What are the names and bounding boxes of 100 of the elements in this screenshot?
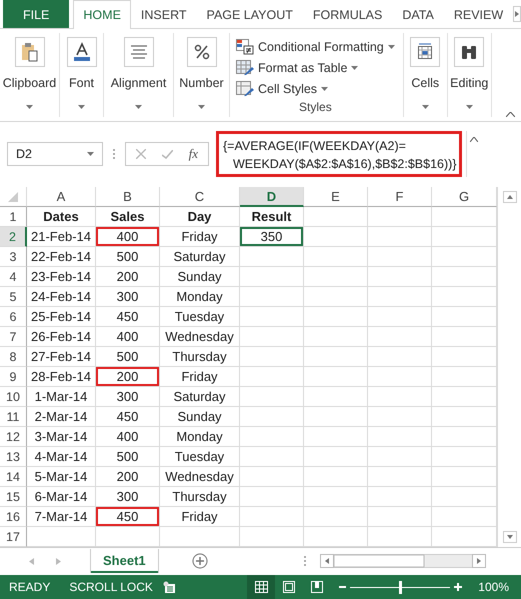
empty-cell bbox=[368, 387, 432, 407]
empty-cell bbox=[304, 387, 368, 407]
row-header[interactable]: 12 bbox=[0, 427, 27, 447]
row-header[interactable]: 17 bbox=[0, 527, 27, 547]
collapse-up-icon[interactable] bbox=[470, 137, 478, 142]
grid-icon[interactable] bbox=[254, 581, 268, 593]
empty-cell bbox=[304, 347, 368, 367]
empty-cell bbox=[368, 307, 432, 327]
cell-styles-icon bbox=[236, 81, 254, 98]
row-header[interactable]: 14 bbox=[0, 467, 27, 487]
row-header[interactable]: 10 bbox=[0, 387, 27, 407]
check-icon[interactable] bbox=[162, 150, 173, 158]
table-cell: Monday bbox=[160, 427, 240, 447]
styles-menu-button[interactable]: Conditional Formatting bbox=[236, 36, 395, 58]
table-cell: 400 bbox=[96, 327, 160, 347]
column-header[interactable]: E bbox=[304, 187, 368, 207]
empty-cell bbox=[368, 207, 432, 227]
scroll-right-icon[interactable] bbox=[513, 6, 521, 22]
format-table-icon bbox=[236, 60, 254, 76]
table-cell: Thursday bbox=[160, 347, 240, 367]
table-cell: Sunday bbox=[160, 407, 240, 427]
clipboard-icon bbox=[20, 42, 38, 62]
table-cell: 400 bbox=[96, 427, 160, 447]
ribbon-tab[interactable]: FORMULAS bbox=[302, 0, 392, 28]
zoom-level[interactable]: 100% bbox=[478, 580, 509, 594]
status-text: SCROLL LOCK bbox=[68, 580, 153, 594]
row-header[interactable]: 11 bbox=[0, 407, 27, 427]
sheet-tab[interactable]: Sheet1 bbox=[91, 549, 158, 573]
row-header[interactable]: 8 bbox=[0, 347, 27, 367]
column-header[interactable]: D bbox=[240, 187, 304, 207]
table-cell: Saturday bbox=[160, 387, 240, 407]
table-cell: 450 bbox=[96, 307, 160, 327]
column-header[interactable]: G bbox=[432, 187, 497, 207]
formula-field[interactable]: {=AVERAGE(IF(WEEKDAY(A2)= WEEKDAY($A$2:$A$16),$B$2:$B$16))} bbox=[216, 131, 462, 177]
empty-cell bbox=[304, 247, 368, 267]
empty-cell bbox=[304, 287, 368, 307]
empty-cell bbox=[368, 507, 432, 527]
table-cell: Saturday bbox=[160, 247, 240, 267]
dropdown-caret-icon bbox=[78, 105, 85, 109]
table-cell: 500 bbox=[96, 247, 160, 267]
row-header[interactable]: 15 bbox=[0, 487, 27, 507]
row-header[interactable]: 5 bbox=[0, 287, 27, 307]
empty-cell bbox=[368, 367, 432, 387]
ribbon-group-button[interactable]: Number bbox=[179, 37, 224, 90]
scroll-down-icon[interactable] bbox=[502, 531, 516, 543]
normal-view-button[interactable] bbox=[247, 575, 276, 599]
dropdown-caret-icon bbox=[422, 105, 429, 109]
macro-record-icon[interactable] bbox=[162, 581, 175, 593]
row-header[interactable]: 7 bbox=[0, 327, 27, 347]
ribbon-tab[interactable]: HOME bbox=[73, 0, 131, 29]
empty-cell bbox=[368, 267, 432, 287]
ribbon-tab[interactable]: DATA bbox=[392, 0, 444, 28]
table-cell: Tuesday bbox=[160, 307, 240, 327]
zoom-in-icon[interactable] bbox=[454, 583, 462, 591]
row-header[interactable]: 2 bbox=[0, 227, 27, 247]
group-label: Styles bbox=[298, 100, 333, 116]
column-header[interactable]: A bbox=[27, 187, 96, 207]
row-header[interactable]: 9 bbox=[0, 367, 27, 387]
empty-cell bbox=[368, 327, 432, 347]
ribbon-group-button[interactable]: Clipboard bbox=[2, 37, 56, 90]
insert-function-button[interactable]: fx bbox=[188, 146, 198, 162]
table-cell: 27-Feb-14 bbox=[27, 347, 96, 367]
dropdown-caret-icon bbox=[388, 44, 395, 49]
table-cell: 2-Mar-14 bbox=[27, 407, 96, 427]
ribbon-tab[interactable]: PAGE LAYOUT bbox=[196, 0, 303, 28]
ribbon-tab[interactable]: INSERT bbox=[130, 0, 197, 28]
table-cell: 300 bbox=[96, 387, 160, 407]
table-cell: Friday bbox=[160, 367, 240, 387]
status-text: READY bbox=[8, 580, 50, 594]
add-sheet-icon[interactable] bbox=[192, 553, 208, 569]
column-header[interactable]: B bbox=[96, 187, 160, 207]
row-header[interactable]: 16 bbox=[0, 507, 27, 527]
empty-cell bbox=[304, 267, 368, 287]
column-header[interactable]: F bbox=[368, 187, 432, 207]
column-header[interactable]: C bbox=[160, 187, 240, 207]
row-header[interactable]: 3 bbox=[0, 247, 27, 267]
row-header[interactable]: 13 bbox=[0, 447, 27, 467]
empty-cell bbox=[304, 207, 368, 227]
empty-cell bbox=[368, 467, 432, 487]
table-cell: 4-Mar-14 bbox=[27, 447, 96, 467]
ribbon-tab[interactable]: REVIEW bbox=[444, 0, 514, 28]
scroll-up-icon[interactable] bbox=[502, 191, 516, 203]
styles-menu-button[interactable]: Cell Styles bbox=[236, 78, 395, 100]
empty-cell bbox=[368, 347, 432, 367]
collapse-ribbon-icon[interactable] bbox=[506, 112, 515, 117]
ribbon-tab[interactable]: FILE bbox=[3, 0, 70, 28]
row-header[interactable]: 4 bbox=[0, 267, 27, 287]
empty-cell bbox=[304, 487, 368, 507]
row-header[interactable]: 6 bbox=[0, 307, 27, 327]
ribbon-group-button[interactable]: Editing bbox=[450, 37, 488, 90]
empty-cell bbox=[368, 527, 432, 547]
ribbon-group-button[interactable]: Alignment bbox=[110, 37, 166, 90]
horizontal-scrollbar[interactable] bbox=[320, 554, 486, 568]
page-break-icon[interactable] bbox=[311, 581, 324, 593]
grip-dots-icon bbox=[304, 556, 306, 566]
table-cell: 450 bbox=[96, 507, 160, 527]
styles-menu-button[interactable]: Format as Table bbox=[236, 57, 395, 79]
percent-icon bbox=[194, 44, 210, 60]
page-icon[interactable] bbox=[283, 581, 296, 593]
name-box[interactable]: D2 bbox=[7, 142, 103, 166]
